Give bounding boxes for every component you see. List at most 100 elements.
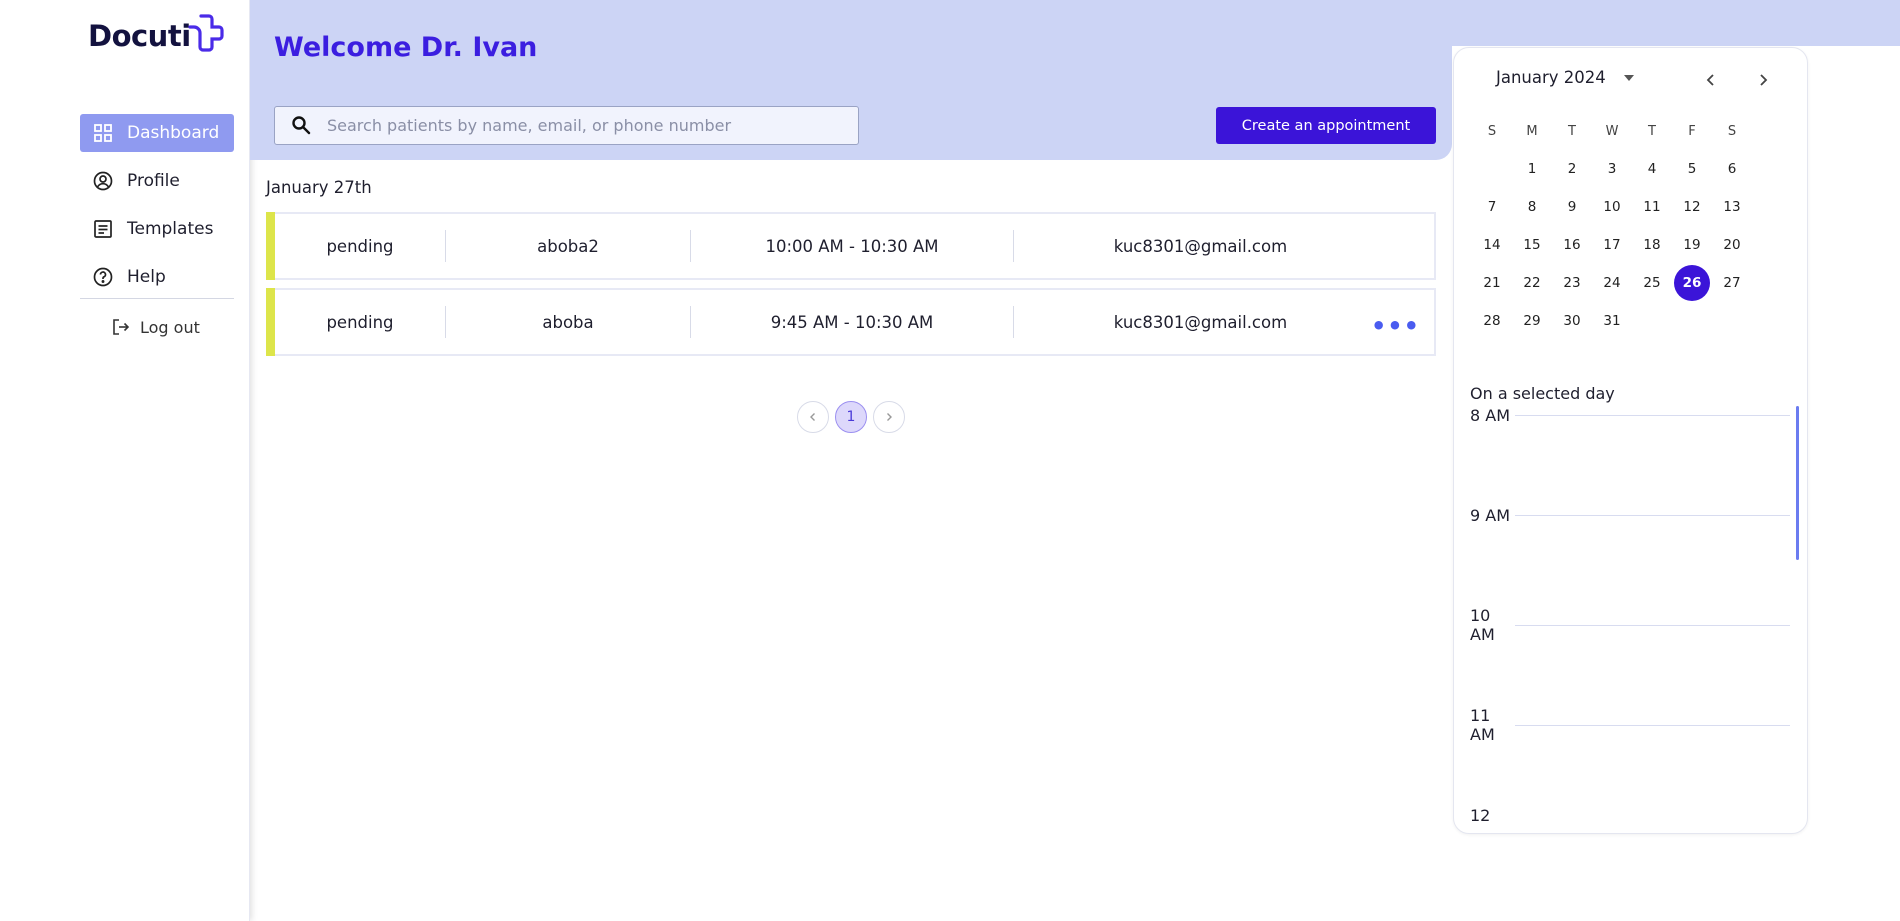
calendar-day[interactable]: 12: [1672, 188, 1712, 226]
calendar-day-number: 25: [1643, 275, 1661, 291]
calendar-day-number: 2: [1567, 161, 1577, 177]
search-icon: [291, 115, 313, 137]
sidebar-item-help[interactable]: Help: [80, 258, 234, 296]
appointment-row[interactable]: pending aboba 9:45 AM - 10:30 AM kuc8301…: [266, 288, 1436, 356]
appointment-status: pending: [326, 236, 394, 256]
calendar-day[interactable]: 23: [1552, 264, 1592, 302]
calendar-day-number: 3: [1607, 161, 1617, 177]
calendar-day-number: 24: [1603, 275, 1621, 291]
calendar-day-number: 14: [1483, 237, 1501, 253]
sidebar-item-dashboard[interactable]: Dashboard: [80, 114, 234, 152]
calendar-day[interactable]: 5: [1672, 150, 1712, 188]
calendar-day[interactable]: 1: [1512, 150, 1552, 188]
timeline-hour-label: 8 AM: [1470, 406, 1511, 425]
calendar-day[interactable]: 27: [1712, 264, 1752, 302]
calendar-day[interactable]: 28: [1472, 302, 1512, 340]
sidebar-item-templates[interactable]: Templates: [80, 210, 234, 248]
calendar-day[interactable]: 18: [1632, 226, 1672, 264]
calendar-day[interactable]: 11: [1632, 188, 1672, 226]
calendar-day-number: 29: [1523, 313, 1541, 329]
sidebar-item-profile[interactable]: Profile: [80, 162, 234, 200]
previous-month-button[interactable]: [1699, 68, 1723, 92]
calendar-day[interactable]: 29: [1512, 302, 1552, 340]
calendar-day[interactable]: 25: [1632, 264, 1672, 302]
calendar-day[interactable]: 8: [1512, 188, 1552, 226]
calendar-day[interactable]: 7: [1472, 188, 1512, 226]
calendar-day-number: 23: [1563, 275, 1581, 291]
calendar-day[interactable]: 3: [1592, 150, 1632, 188]
calendar-day[interactable]: 15: [1512, 226, 1552, 264]
calendar-day-number: 12: [1683, 199, 1701, 215]
page-number-button[interactable]: 1: [835, 401, 867, 433]
calendar-day[interactable]: 30: [1552, 302, 1592, 340]
calendar-day[interactable]: 16: [1552, 226, 1592, 264]
calendar-day-number: 20: [1723, 237, 1741, 253]
more-options-icon[interactable]: •••: [1371, 312, 1420, 340]
calendar-day[interactable]: 4: [1632, 150, 1672, 188]
calendar-day-number: 19: [1683, 237, 1701, 253]
previous-page-button[interactable]: [797, 401, 829, 433]
calendar-empty-cell: [1472, 150, 1512, 188]
patient-name: aboba2: [537, 236, 599, 256]
timeline-hour: 8 AM: [1470, 406, 1790, 425]
sidebar-item-label: Templates: [127, 219, 214, 239]
sidebar-item-label: Help: [127, 267, 166, 287]
calendar-day[interactable]: 20: [1712, 226, 1752, 264]
timeline-hour-line: [1515, 624, 1790, 626]
search-box[interactable]: [274, 106, 859, 145]
sidebar-item-label: Profile: [127, 171, 180, 191]
calendar-day-number: 11: [1643, 199, 1661, 215]
timeline-hour-label: 9 AM: [1470, 506, 1511, 525]
calendar-day-number: 22: [1523, 275, 1541, 291]
calendar-day-selected[interactable]: 26: [1672, 264, 1712, 302]
logout-button[interactable]: Log out: [80, 311, 234, 343]
logo[interactable]: Docuti: [88, 14, 225, 58]
grid-icon: [93, 123, 113, 143]
calendar-day[interactable]: 10: [1592, 188, 1632, 226]
sidebar-item-label: Dashboard: [127, 123, 220, 143]
next-page-button[interactable]: [873, 401, 905, 433]
calendar-day[interactable]: 2: [1552, 150, 1592, 188]
timeline-hour: 9 AM: [1470, 506, 1790, 525]
next-month-button[interactable]: [1751, 68, 1775, 92]
calendar-day[interactable]: 22: [1512, 264, 1552, 302]
weekday-header: T: [1568, 123, 1576, 139]
timeline-hour-line: [1515, 724, 1790, 726]
timeline-hour-line: [1515, 415, 1790, 416]
appointment-time: 9:45 AM - 10:30 AM: [770, 312, 934, 332]
appointments-date-heading: January 27th: [266, 178, 372, 197]
status-indicator-bar: [266, 212, 275, 280]
calendar-day-number: 9: [1567, 199, 1577, 215]
create-appointment-button[interactable]: Create an appointment: [1216, 107, 1436, 144]
calendar-month-label: January 2024: [1496, 68, 1606, 87]
timeline-hour-label: 12 AM: [1470, 806, 1491, 821]
calendar-day-number: 7: [1487, 199, 1497, 215]
calendar-day-number: 17: [1603, 237, 1621, 253]
caret-down-icon[interactable]: [1623, 74, 1634, 81]
calendar-panel: January 2024 S M T W T F S 1 2 3 4 5 6 7 8 9 10 11 12 13 14 1…: [1453, 47, 1808, 834]
calendar-day[interactable]: 21: [1472, 264, 1512, 302]
calendar-day[interactable]: 31: [1592, 302, 1632, 340]
weekday-header: T: [1648, 123, 1656, 139]
day-timeline[interactable]: 8 AM 9 AM 10 AM 11 AM 12 AM: [1470, 406, 1800, 821]
calendar-grid: S M T W T F S 1 2 3 4 5 6 7 8 9 10 11 12 13 14 15 16 17 18 19 20 21…: [1472, 112, 1792, 340]
calendar-day[interactable]: 24: [1592, 264, 1632, 302]
appointment-row[interactable]: pending aboba2 10:00 AM - 10:30 AM kuc83…: [266, 212, 1436, 280]
status-indicator-bar: [266, 288, 275, 356]
calendar-day-number: 1: [1527, 161, 1537, 177]
timeline-hour: 12 AM: [1470, 806, 1790, 821]
calendar-day[interactable]: 13: [1712, 188, 1752, 226]
timeline-scrollbar[interactable]: [1796, 406, 1799, 560]
calendar-day-number: 4: [1647, 161, 1657, 177]
calendar-day[interactable]: 9: [1552, 188, 1592, 226]
timeline-hour-label: 10 AM: [1470, 606, 1495, 644]
search-input[interactable]: [327, 116, 827, 135]
calendar-day[interactable]: 6: [1712, 150, 1752, 188]
selected-day-title: On a selected day: [1470, 384, 1615, 403]
calendar-month-selector[interactable]: January 2024: [1496, 68, 1634, 87]
calendar-day[interactable]: 17: [1592, 226, 1632, 264]
weekday-header: W: [1605, 123, 1619, 139]
calendar-day[interactable]: 19: [1672, 226, 1712, 264]
calendar-day[interactable]: 14: [1472, 226, 1512, 264]
calendar-day-number: 6: [1727, 161, 1737, 177]
